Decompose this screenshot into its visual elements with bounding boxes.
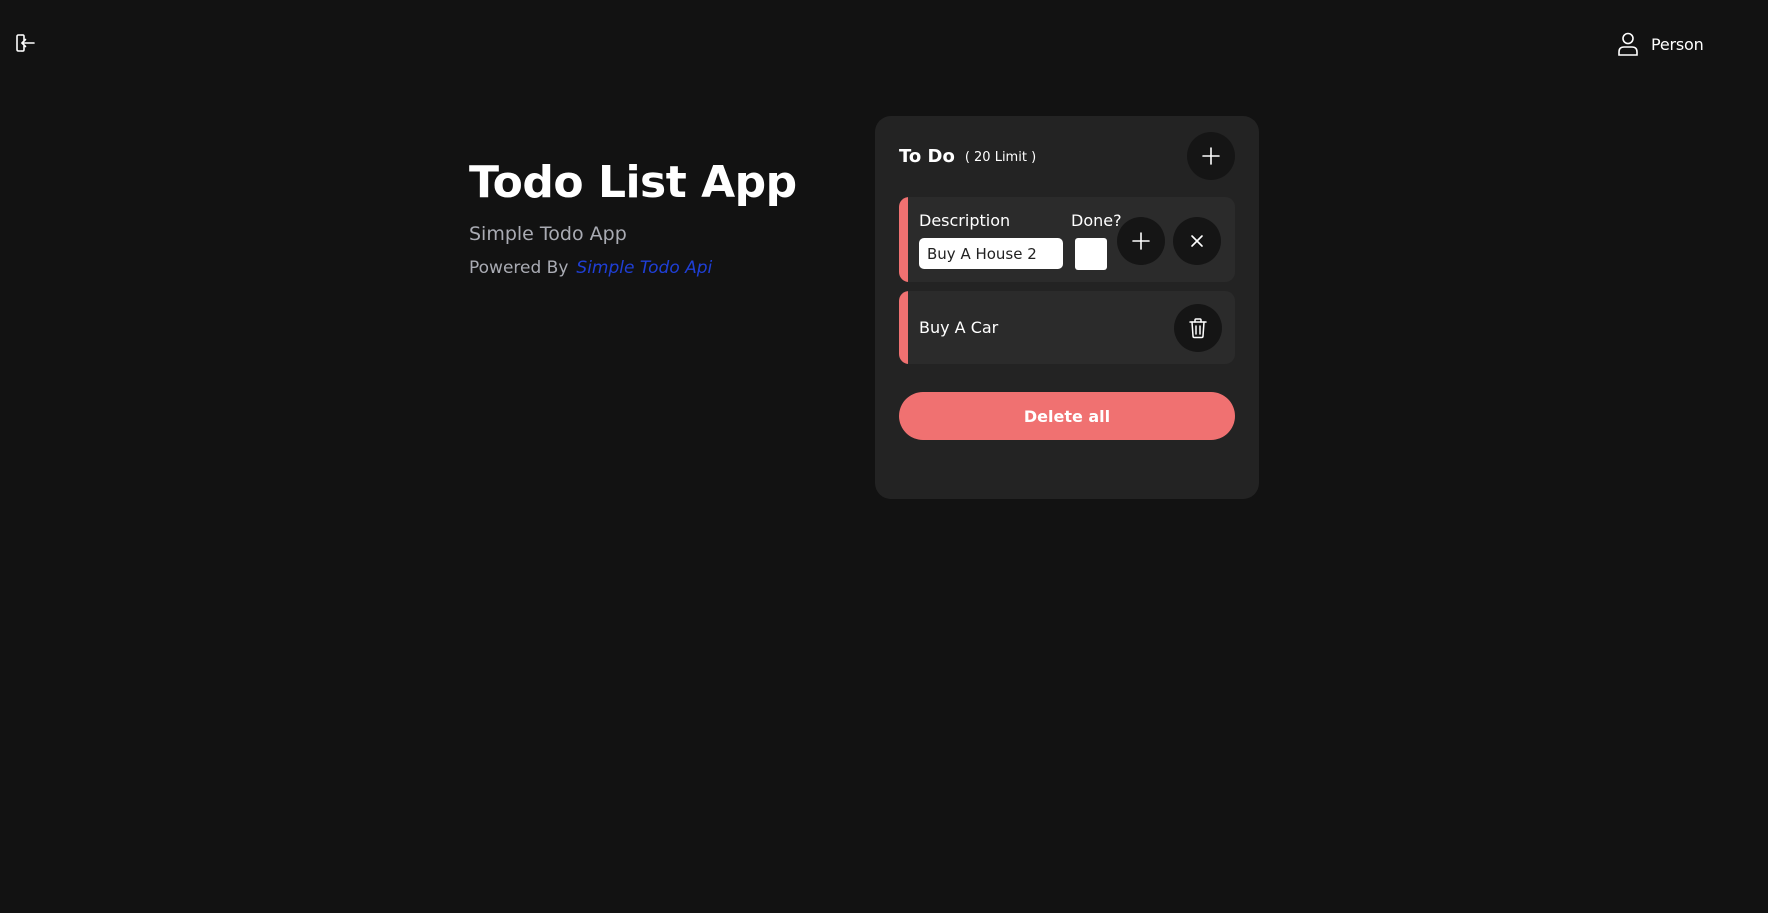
logout-button[interactable]: [14, 32, 36, 54]
card-header: To Do ( 20 Limit ): [899, 132, 1235, 180]
api-link[interactable]: Simple Todo Api: [576, 256, 712, 280]
plus-icon: [1132, 232, 1150, 250]
item-accent-bar: [899, 197, 908, 282]
description-label: Description: [919, 211, 1011, 230]
todo-edit-item: Description Done?: [899, 197, 1235, 282]
add-todo-button[interactable]: [1187, 132, 1235, 180]
hero: Todo List App Simple Todo App Powered By…: [469, 156, 797, 280]
user-name: Person: [1651, 34, 1704, 54]
powered-by: Powered By Simple Todo Api: [469, 256, 797, 280]
plus-icon: [1202, 147, 1220, 165]
save-todo-button[interactable]: [1117, 217, 1165, 265]
todo-item: Buy A Car: [899, 291, 1235, 364]
todo-card: To Do ( 20 Limit ) Description Done?: [875, 116, 1259, 499]
user-menu[interactable]: Person: [1617, 30, 1704, 58]
page-subtitle: Simple Todo App: [469, 223, 627, 245]
item-accent-bar: [899, 291, 908, 364]
cancel-edit-button[interactable]: [1173, 217, 1221, 265]
card-limit: ( 20 Limit ): [964, 149, 1037, 165]
close-icon: [1191, 235, 1203, 247]
user-icon: [1618, 32, 1638, 56]
description-input[interactable]: [919, 238, 1063, 269]
logout-icon: [16, 34, 35, 52]
trash-icon: [1189, 318, 1207, 339]
card-title: To Do: [899, 145, 955, 167]
delete-todo-button[interactable]: [1174, 304, 1222, 352]
powered-by-label: Powered By: [469, 258, 569, 278]
done-label: Done?: [1071, 211, 1122, 230]
delete-all-button[interactable]: Delete all: [899, 392, 1235, 440]
page: Person Todo List App Simple Todo App Pow…: [0, 0, 1768, 913]
done-checkbox[interactable]: [1075, 238, 1107, 270]
page-title: Todo List App: [469, 157, 797, 208]
todo-item-label: Buy A Car: [919, 318, 999, 337]
